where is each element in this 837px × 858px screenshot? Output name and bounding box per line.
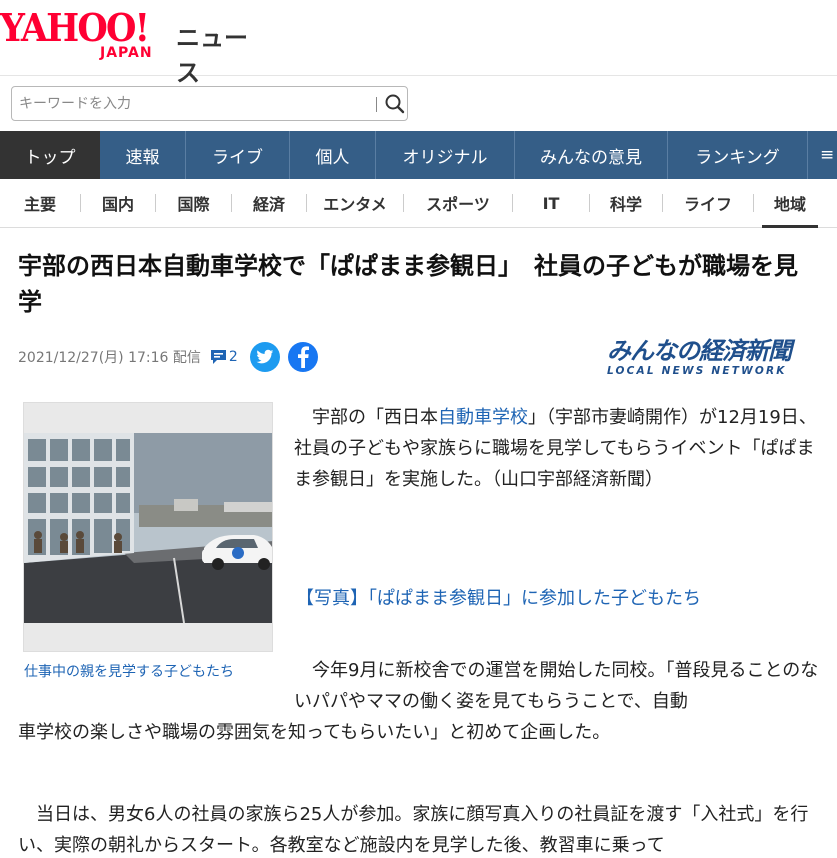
category-divider <box>753 194 754 212</box>
nav-breaking[interactable]: 速報 <box>100 131 186 179</box>
comment-count: 2 <box>228 349 238 365</box>
site-header: YAHOO! JAPAN ニュース <box>0 0 837 88</box>
publisher-tagline: LOCAL NEWS NETWORK <box>607 365 787 377</box>
logo-japan-text: JAPAN <box>100 45 153 61</box>
category-life[interactable]: ライフ <box>663 179 753 228</box>
publisher-name: みんなの経済新聞 <box>607 337 792 365</box>
comment-icon <box>210 350 226 364</box>
article-paragraph-3: 当日は、男女6人の社員の家族ら25人が参加。家族に顔写真入りの社員証を渡す「入社… <box>18 804 809 856</box>
driving-school-link[interactable]: 自動車学校 <box>438 407 528 428</box>
search-box <box>11 86 408 121</box>
p1-text-before: 宇部の「西日本 <box>312 407 438 428</box>
category-it[interactable]: IT <box>513 179 589 228</box>
nav-live[interactable]: ライブ <box>186 131 290 179</box>
category-science[interactable]: 科学 <box>590 179 662 228</box>
nav-more-overflow[interactable]: ≡ <box>808 131 837 179</box>
article-paragraph-2-line-2: 車学校の楽しさや職場の雰囲気を知ってもらいたい」と初めて企画した。 <box>18 722 611 743</box>
nav-original[interactable]: オリジナル <box>376 131 515 179</box>
article-paragraph-1: 宇部の「西日本自動車学校」（宇部市妻崎開作）が12月19日、社員の子どもや家族ら… <box>294 402 819 495</box>
photo-caption[interactable]: 仕事中の親を見学する子どもたち <box>24 661 234 681</box>
article-meta: 2021/12/27(月) 17:16 配信 2 <box>18 340 318 374</box>
photo-gallery-link[interactable]: 【写真】「ぱぱまま参観日」に参加した子どもたち <box>296 583 701 614</box>
logo-yahoo-text: YAHOO! <box>0 5 150 50</box>
primary-nav: トップ 速報 ライブ 個人 オリジナル みんなの意見 ランキング ≡ <box>0 131 837 179</box>
search-icon <box>385 94 405 114</box>
category-nav: 主要 国内 国際 経済 エンタメ スポーツ IT 科学 ライフ 地域 <box>0 179 837 228</box>
category-domestic[interactable]: 国内 <box>81 179 155 228</box>
nav-individual[interactable]: 個人 <box>290 131 376 179</box>
nav-opinions[interactable]: みんなの意見 <box>515 131 668 179</box>
article-paragraph-2-line-1: 今年9月に新校舎での運営を開始した同校。「普段見ることのないパパやママの働く姿を… <box>294 660 819 712</box>
search-row <box>0 76 837 131</box>
category-local[interactable]: 地域 <box>762 179 818 228</box>
category-international[interactable]: 国際 <box>156 179 231 228</box>
article-title: 宇部の西日本自動車学校で「ぱぱまま参観日」 社員の子どもが職場を見学 <box>18 252 798 316</box>
facebook-icon <box>297 346 309 368</box>
category-sports[interactable]: スポーツ <box>404 179 512 228</box>
search-button[interactable] <box>382 90 408 118</box>
yahoo-news-logo[interactable]: YAHOO! JAPAN ニュース <box>0 5 260 88</box>
twitter-icon <box>256 349 274 364</box>
search-input[interactable] <box>13 88 363 119</box>
comment-link[interactable]: 2 <box>209 348 238 366</box>
publisher-logo[interactable]: みんなの経済新聞 LOCAL NEWS NETWORK <box>607 337 817 377</box>
article-photo[interactable] <box>23 402 273 652</box>
category-economy[interactable]: 経済 <box>232 179 306 228</box>
search-divider <box>376 97 377 112</box>
article-photo-image <box>24 403 272 651</box>
category-main[interactable]: 主要 <box>0 179 80 228</box>
publish-date: 2021/12/27(月) 17:16 配信 <box>18 350 201 366</box>
twitter-share-button[interactable] <box>249 342 280 372</box>
nav-ranking[interactable]: ランキング <box>668 131 808 179</box>
category-entertainment[interactable]: エンタメ <box>307 179 403 228</box>
nav-top[interactable]: トップ <box>0 131 100 179</box>
facebook-share-button[interactable] <box>287 342 318 372</box>
